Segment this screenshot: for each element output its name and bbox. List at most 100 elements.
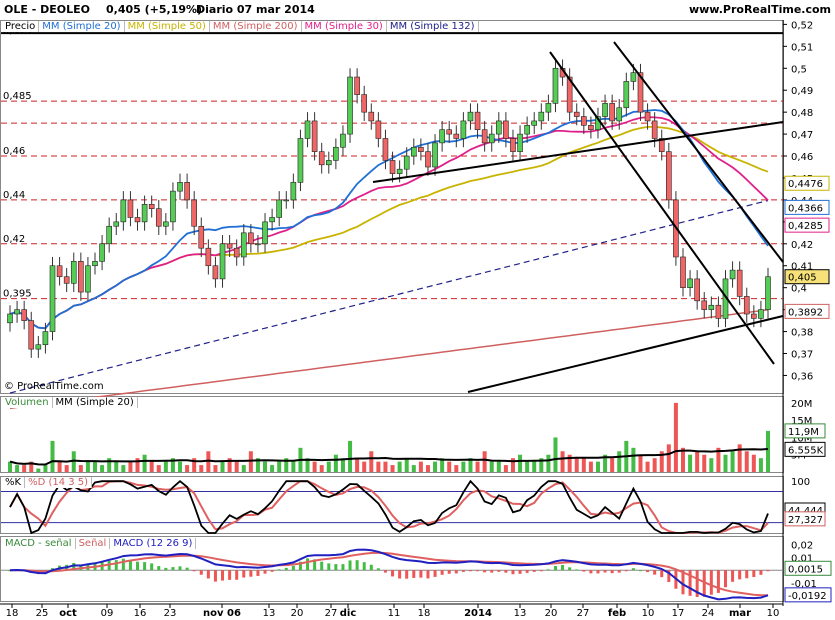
macd-hist-bar [476, 570, 480, 572]
candle-body [85, 265, 91, 293]
macd-hist-bar [582, 570, 586, 572]
legend-stoch-k: %K [2, 477, 26, 488]
volume-bar [121, 465, 126, 472]
macd-hist-bar [157, 566, 161, 571]
volume-bar [595, 461, 600, 472]
left-level-label: 0,485 [3, 91, 32, 102]
candle-body [361, 94, 368, 113]
volume-bar [178, 461, 183, 472]
macd-hist-bar [206, 570, 210, 579]
price-ytick-label: 0,52 [791, 20, 813, 31]
stoch-d-line [9, 480, 769, 534]
candle-body [743, 296, 750, 315]
macd-hist-bar [426, 570, 430, 579]
candle-body [191, 199, 197, 227]
volume-bar [581, 458, 586, 472]
stoch-k-line [9, 479, 769, 535]
macd-hist-bar [320, 561, 324, 571]
macd-hist-bar [638, 570, 642, 572]
volume-bar [199, 465, 204, 472]
volume-bar [702, 454, 707, 472]
volume-bar [15, 465, 20, 472]
macd-hist-bar [334, 564, 338, 571]
candle-body [503, 120, 509, 139]
macd-hist-bar [433, 570, 437, 577]
macd-hist-bar [731, 570, 735, 582]
candle-body [297, 138, 304, 183]
candle-body [439, 129, 445, 144]
volume-bar [348, 440, 353, 472]
candle-body [517, 133, 523, 152]
volume-bar [85, 461, 90, 472]
volume-bar [645, 461, 650, 472]
price-badge-label: 0,405 [788, 273, 817, 284]
legend-ma30: MM (Simple 30) [301, 21, 387, 32]
macd-hist-bar [568, 567, 572, 571]
candle-body [751, 313, 757, 319]
volume-bar [574, 458, 579, 472]
volume-bar [588, 461, 593, 472]
candle-body [226, 243, 233, 249]
x-tick-label: 2014 [464, 608, 492, 619]
candle-body [644, 111, 651, 122]
legend-macd: MACD (12 26 9) [110, 538, 197, 549]
candle-body [701, 300, 708, 310]
macd-hist-bar [213, 570, 217, 582]
macd-hist-bar [171, 567, 175, 571]
macd-hist-bar [440, 570, 444, 575]
macd-hist-bar [723, 570, 727, 588]
price-ytick-label: 0,36 [791, 371, 813, 382]
candle-body [432, 142, 438, 168]
legend-ma50: MM (Simple 50) [124, 21, 210, 32]
macd-hist-bar [447, 570, 451, 574]
volume-bar [489, 461, 494, 472]
macd-hist-bar [235, 570, 239, 580]
candle-body [70, 261, 77, 284]
candle-body [325, 160, 332, 166]
legend-macd-signal: Señal [75, 538, 111, 549]
candle-body [467, 111, 474, 122]
candle-body [545, 103, 552, 113]
macd-hist-bar [121, 558, 125, 571]
candle-body [396, 168, 403, 174]
candle-body [92, 261, 98, 267]
candle-body [375, 120, 382, 139]
candle-body [304, 120, 311, 139]
candle-body [240, 232, 247, 258]
candle-body [233, 247, 240, 258]
volume-bar [376, 461, 381, 472]
candle-body [496, 120, 502, 135]
volume-bar [652, 458, 657, 472]
volume-bar [142, 454, 147, 472]
macd-hist-bar [518, 570, 522, 574]
candle-body [177, 182, 183, 192]
candle-body [389, 160, 396, 174]
volume-bar [730, 451, 735, 472]
x-tick-label: 17 [672, 608, 685, 619]
volume-bar [673, 402, 678, 472]
volume-bar [532, 461, 537, 472]
volume-bar [241, 465, 246, 472]
x-tick-label: 20 [291, 608, 304, 619]
candle-body [453, 133, 460, 139]
candle-body [120, 199, 127, 223]
macd-hist-bar [709, 570, 713, 595]
macd-hist-bar [752, 570, 756, 578]
volume-bar [617, 451, 622, 472]
macd-hist-bar [143, 562, 147, 571]
volume-bar [461, 461, 466, 472]
candle-body [141, 204, 148, 223]
macd-hist-bar [391, 570, 395, 577]
volume-badge-label: 6.555K [788, 445, 824, 456]
price-legend: Precio MM (Simple 20) MM (Simple 50) MM (Si… [2, 21, 479, 32]
volume-bar [263, 461, 268, 472]
candle-body [687, 278, 693, 288]
candle-body [35, 344, 42, 350]
volume-badge-label: 11,9M [788, 427, 819, 438]
volume-bar [383, 461, 388, 472]
candle-body [7, 313, 13, 324]
macd-hist-bar [596, 570, 600, 574]
candle-body [708, 304, 715, 310]
volume-bar [709, 458, 714, 472]
price-ytick-label: 0,42 [791, 240, 813, 251]
